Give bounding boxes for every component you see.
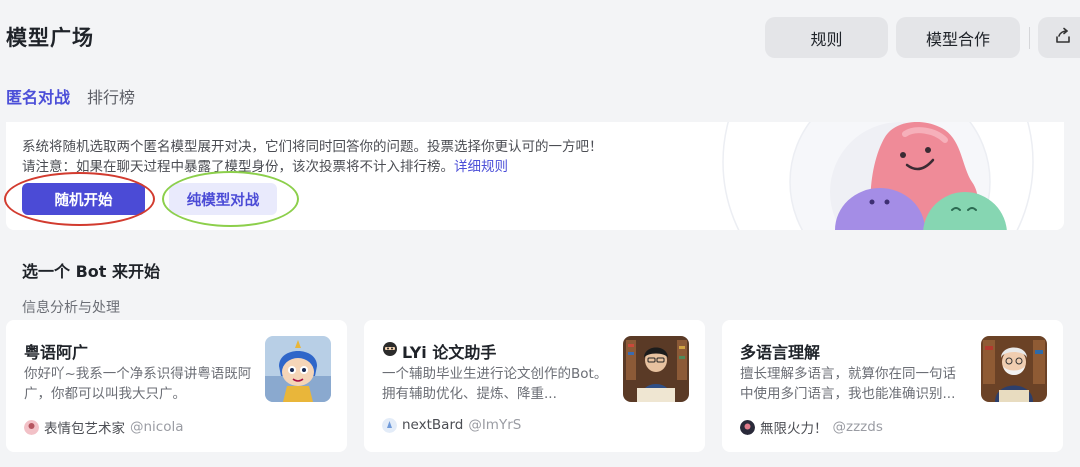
author-avatar — [382, 417, 397, 433]
bot-avatar — [623, 336, 689, 402]
bot-card-description: 擅长理解多语言，就算你在同一句话中使用多门语言，我也能准确识别... — [740, 366, 956, 402]
category-label: 信息分析与处理 — [22, 300, 120, 316]
bot-avatar — [265, 336, 331, 402]
section-title: 选一个 Bot 来开始 — [22, 262, 160, 281]
bot-card-description: 一个辅助毕业生进行论文创作的Bot。拥有辅助优化、提炼、降重... — [382, 366, 608, 402]
bot-card-title: LYi 论文助手 — [382, 339, 496, 363]
bot-card[interactable]: LYi 论文助手 一个辅助毕业生进行论文创作的Bot。拥有辅助优化、提炼、降重.… — [364, 320, 705, 452]
bot-card-description: 你好吖~我系一个净系识得讲粤语既阿广，你都可以叫我大只广。 — [24, 366, 252, 402]
ninja-emoji-icon — [382, 341, 398, 361]
bot-card-title: 多语言理解 — [740, 339, 820, 363]
author-name: 無限火力！ — [760, 421, 828, 437]
author-handle: @ImYrS — [468, 417, 522, 433]
bot-card-author[interactable]: 表情包艺术家 @nicola — [24, 417, 184, 437]
bot-card[interactable]: 多语言理解 擅长理解多语言，就算你在同一句话中使用多门语言，我也能准确识别...… — [722, 320, 1063, 452]
bot-card-title-text: 多语言理解 — [740, 343, 821, 362]
share-icon — [1054, 27, 1072, 49]
tab-leaderboard[interactable]: 排行榜 — [87, 84, 135, 108]
green-highlight-ellipse — [162, 171, 299, 227]
bot-card-author[interactable]: nextBard @ImYrS — [382, 417, 521, 433]
author-handle: @nicola — [130, 419, 184, 435]
bot-card-title: 粤语阿广 — [24, 339, 88, 363]
page-title: 模型广场 — [6, 26, 94, 50]
bot-card-author[interactable]: 無限火力！ @zzzds — [740, 417, 883, 437]
mascot-illustration — [722, 122, 1034, 230]
rules-button[interactable]: 规则 — [765, 17, 888, 58]
bot-card-title-text: 粤语阿广 — [24, 343, 89, 362]
bot-card-title-text: LYi 论文助手 — [402, 343, 497, 362]
author-avatar — [24, 419, 39, 435]
author-name: nextBard — [402, 417, 464, 433]
bot-avatar — [981, 336, 1047, 402]
model-cooperation-button[interactable]: 模型合作 — [896, 17, 1020, 58]
share-button[interactable] — [1038, 17, 1080, 58]
author-name: 表情包艺术家 — [44, 421, 125, 437]
author-avatar — [740, 419, 755, 435]
detail-rules-link[interactable]: 详细规则 — [454, 159, 508, 175]
banner-description: 系统将随机选取两个匿名模型展开对决，它们将同时回答你的问题。投票选择你更认可的一… — [22, 139, 603, 155]
author-handle: @zzzds — [832, 419, 883, 435]
red-highlight-ellipse — [4, 172, 155, 226]
header-divider — [1029, 27, 1030, 49]
tab-anonymous-battle[interactable]: 匿名对战 — [6, 84, 70, 108]
bot-card[interactable]: 粤语阿广 你好吖~我系一个净系识得讲粤语既阿广，你都可以叫我大只广。 表情包艺术… — [6, 320, 347, 452]
